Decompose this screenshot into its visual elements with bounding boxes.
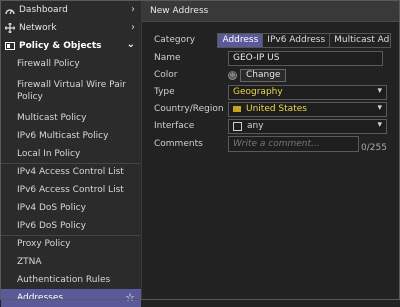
sidebar-item-label: IPv4 DoS Policy [17, 202, 86, 213]
sidebar-item-label: Network [19, 23, 57, 33]
category-label: Category [154, 35, 196, 45]
country-label: Country/Region [154, 104, 224, 114]
dropdown-arrow-icon: ▾ [377, 85, 382, 96]
country-select[interactable]: United States ▾ [228, 101, 387, 117]
sidebar: Dashboard › Network › Policy & Objects ⌄… [1, 1, 142, 307]
page-title: New Address [142, 1, 399, 22]
chevron-down-icon: ⌄ [126, 39, 135, 50]
chevron-right-icon: › [131, 22, 135, 33]
us-flag-icon [233, 106, 241, 112]
sidebar-item-label: Dashboard [19, 5, 68, 15]
sidebar-item-label: IPv6 Access Control List [17, 184, 124, 195]
color-swatch-icon: ☺ [228, 70, 237, 80]
policy-icon [5, 41, 15, 51]
sidebar-item-addresses[interactable]: Addresses ☆ [1, 289, 141, 307]
sidebar-item-label: Proxy Policy [17, 239, 71, 249]
change-color-button[interactable]: Change [240, 68, 287, 82]
type-select[interactable]: Geography ▾ [228, 84, 387, 100]
interface-select[interactable]: any ▾ [228, 118, 387, 134]
name-field[interactable]: GEO-IP US [228, 50, 383, 66]
sidebar-item-ipv6-dos-policy[interactable]: IPv6 DoS Policy [1, 217, 141, 235]
comments-label: Comments [154, 139, 203, 149]
sidebar-item-network[interactable]: Network › [1, 19, 141, 37]
sidebar-item-ipv6-multicast-policy[interactable]: IPv6 Multicast Policy [1, 127, 141, 145]
sidebar-item-label: Multicast Policy [17, 112, 87, 123]
type-label: Type [154, 87, 175, 97]
main-panel: New Address Category Address IPv6 Addres… [142, 1, 399, 299]
sidebar-item-firewall-vwp-policy[interactable]: Firewall Virtual Wire Pair Policy [1, 73, 141, 109]
category-option-ipv6-address[interactable]: IPv6 Address [263, 33, 331, 47]
sidebar-item-authentication-rules[interactable]: Authentication Rules [1, 271, 141, 289]
sidebar-item-label: Firewall Policy [17, 58, 80, 69]
category-selector: Address IPv6 Address Multicast Address [217, 32, 391, 48]
name-row: Name GEO-IP US [154, 50, 391, 66]
category-option-address[interactable]: Address [218, 33, 264, 47]
sidebar-item-proxy-policy[interactable]: Proxy Policy [1, 235, 141, 253]
chevron-right-icon: › [131, 4, 135, 15]
sidebar-item-firewall-policy[interactable]: Firewall Policy [1, 55, 141, 73]
comments-textarea[interactable]: Write a comment... [228, 136, 359, 152]
dropdown-arrow-icon: ▾ [377, 102, 382, 113]
country-value: United States [246, 104, 307, 114]
color-row: Color ☺ Change [154, 67, 391, 83]
interface-value: any [247, 121, 264, 131]
sidebar-item-label: IPv4 Access Control List [17, 167, 124, 177]
interface-label: Interface [154, 121, 195, 131]
sidebar-item-label: ZTNA [17, 256, 42, 267]
sidebar-item-ipv6-acl[interactable]: IPv6 Access Control List [1, 181, 141, 199]
sidebar-item-label: Authentication Rules [17, 274, 111, 285]
dropdown-arrow-icon: ▾ [377, 119, 382, 130]
comments-counter: 0/255 [361, 143, 387, 153]
category-row: Category Address IPv6 Address Multicast … [154, 32, 391, 48]
sidebar-item-label: IPv6 Multicast Policy [17, 130, 109, 141]
network-icon [5, 23, 15, 33]
sidebar-item-label: Firewall Virtual Wire Pair Policy [17, 79, 126, 102]
category-option-multicast-address[interactable]: Multicast Address [330, 34, 390, 47]
sidebar-item-label: Addresses [17, 292, 64, 303]
sidebar-item-label: Local In Policy [17, 148, 81, 159]
interface-row: Interface any ▾ [154, 118, 391, 134]
sidebar-item-dashboard[interactable]: Dashboard › [1, 1, 141, 19]
country-row: Country/Region United States ▾ [154, 101, 391, 117]
star-icon[interactable]: ☆ [125, 291, 135, 304]
color-label: Color [154, 70, 178, 80]
sidebar-section-policy-objects[interactable]: Policy & Objects ⌄ [1, 37, 141, 55]
interface-checkbox-icon [233, 121, 242, 131]
sidebar-item-ztna[interactable]: ZTNA [1, 253, 141, 271]
sidebar-item-multicast-policy[interactable]: Multicast Policy [1, 109, 141, 127]
sidebar-item-ipv4-acl[interactable]: IPv4 Access Control List [1, 163, 141, 181]
dashboard-icon [5, 5, 15, 15]
comments-row: Comments Write a comment... 0/255 [154, 135, 391, 153]
type-row: Type Geography ▾ [154, 84, 391, 100]
sidebar-item-label: IPv6 DoS Policy [17, 220, 86, 231]
name-label: Name [154, 53, 181, 63]
sidebar-item-local-in-policy[interactable]: Local In Policy [1, 145, 141, 163]
type-value: Geography [233, 87, 283, 97]
sidebar-section-label: Policy & Objects [19, 41, 102, 51]
sidebar-item-ipv4-dos-policy[interactable]: IPv4 DoS Policy [1, 199, 141, 217]
